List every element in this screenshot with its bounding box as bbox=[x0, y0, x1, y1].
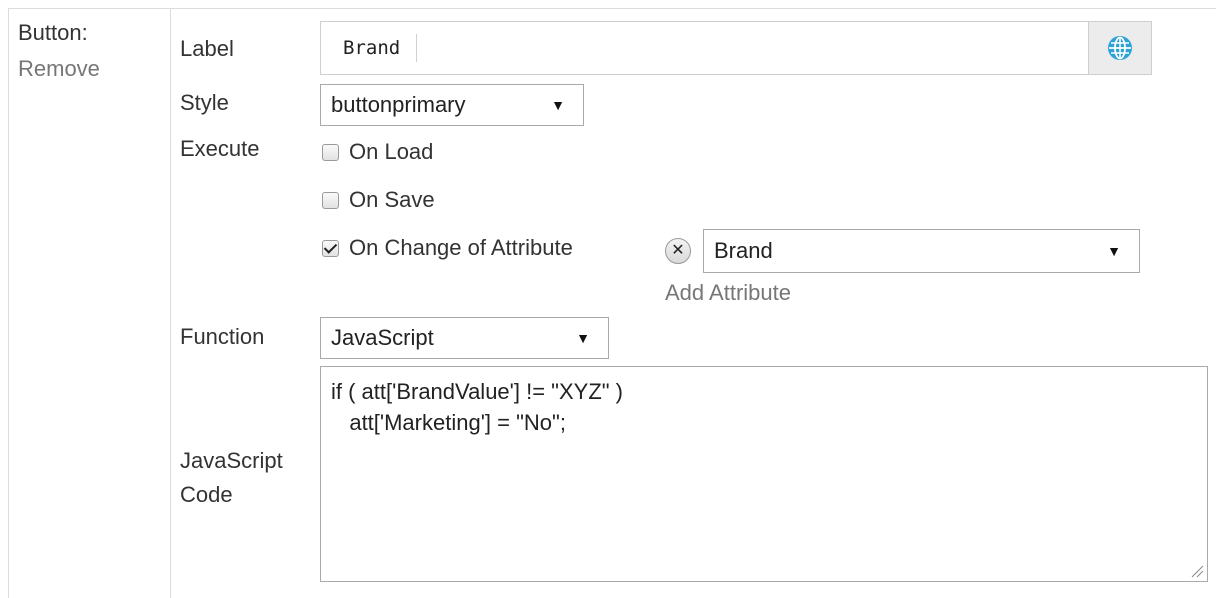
code-line: if ( att['BrandValue'] != "XYZ" ) bbox=[331, 379, 624, 404]
label-input[interactable]: Brand bbox=[320, 21, 1152, 75]
triangle-down-icon: ▼ bbox=[576, 330, 590, 346]
resize-grip-icon[interactable] bbox=[1190, 564, 1204, 578]
style-select[interactable]: buttonprimary ▼ bbox=[320, 84, 584, 126]
function-select[interactable]: JavaScript ▼ bbox=[320, 317, 609, 359]
on-change-checkbox[interactable]: On Change of Attribute bbox=[322, 235, 573, 261]
label-input-value: Brand bbox=[343, 34, 418, 62]
function-field-label: Function bbox=[180, 324, 265, 349]
button-config-panel: Button: Remove Label Brand Style buttonp… bbox=[0, 0, 1216, 598]
style-select-value: buttonprimary bbox=[331, 92, 466, 117]
on-load-checkbox[interactable]: On Load bbox=[322, 139, 433, 165]
remove-link[interactable]: Remove bbox=[18, 56, 100, 82]
checkbox-unchecked-icon[interactable] bbox=[322, 143, 339, 161]
remove-attribute-button[interactable]: ✕ bbox=[665, 238, 691, 264]
checkbox-unchecked-icon[interactable] bbox=[322, 191, 339, 209]
on-save-checkbox[interactable]: On Save bbox=[322, 187, 435, 213]
checkbox-checked-icon[interactable] bbox=[322, 239, 339, 257]
translate-button[interactable] bbox=[1088, 22, 1151, 74]
triangle-down-icon: ▼ bbox=[1107, 243, 1121, 259]
function-select-value: JavaScript bbox=[331, 325, 434, 350]
style-field-label: Style bbox=[180, 90, 229, 115]
top-divider bbox=[8, 8, 1216, 9]
label-field-label: Label bbox=[180, 36, 234, 61]
left-divider bbox=[8, 8, 9, 598]
globe-icon bbox=[1108, 36, 1132, 60]
javascript-code-textarea[interactable]: if ( att['BrandValue'] != "XYZ" ) att['M… bbox=[320, 366, 1208, 582]
section-title: Button: bbox=[18, 20, 88, 45]
column-divider bbox=[170, 8, 171, 598]
code-field-label-line1: JavaScript bbox=[180, 448, 283, 473]
attribute-select-value: Brand bbox=[714, 238, 773, 263]
code-field-label-line2: Code bbox=[180, 482, 233, 507]
execute-field-label: Execute bbox=[180, 136, 260, 161]
attribute-select[interactable]: Brand ▼ bbox=[703, 229, 1140, 273]
on-save-label: On Save bbox=[349, 187, 435, 212]
close-circle-icon: ✕ bbox=[671, 242, 685, 259]
add-attribute-link[interactable]: Add Attribute bbox=[665, 280, 791, 306]
code-line: att['Marketing'] = "No"; bbox=[331, 410, 566, 435]
triangle-down-icon: ▼ bbox=[551, 97, 565, 113]
on-change-label: On Change of Attribute bbox=[349, 235, 573, 260]
on-load-label: On Load bbox=[349, 139, 434, 164]
